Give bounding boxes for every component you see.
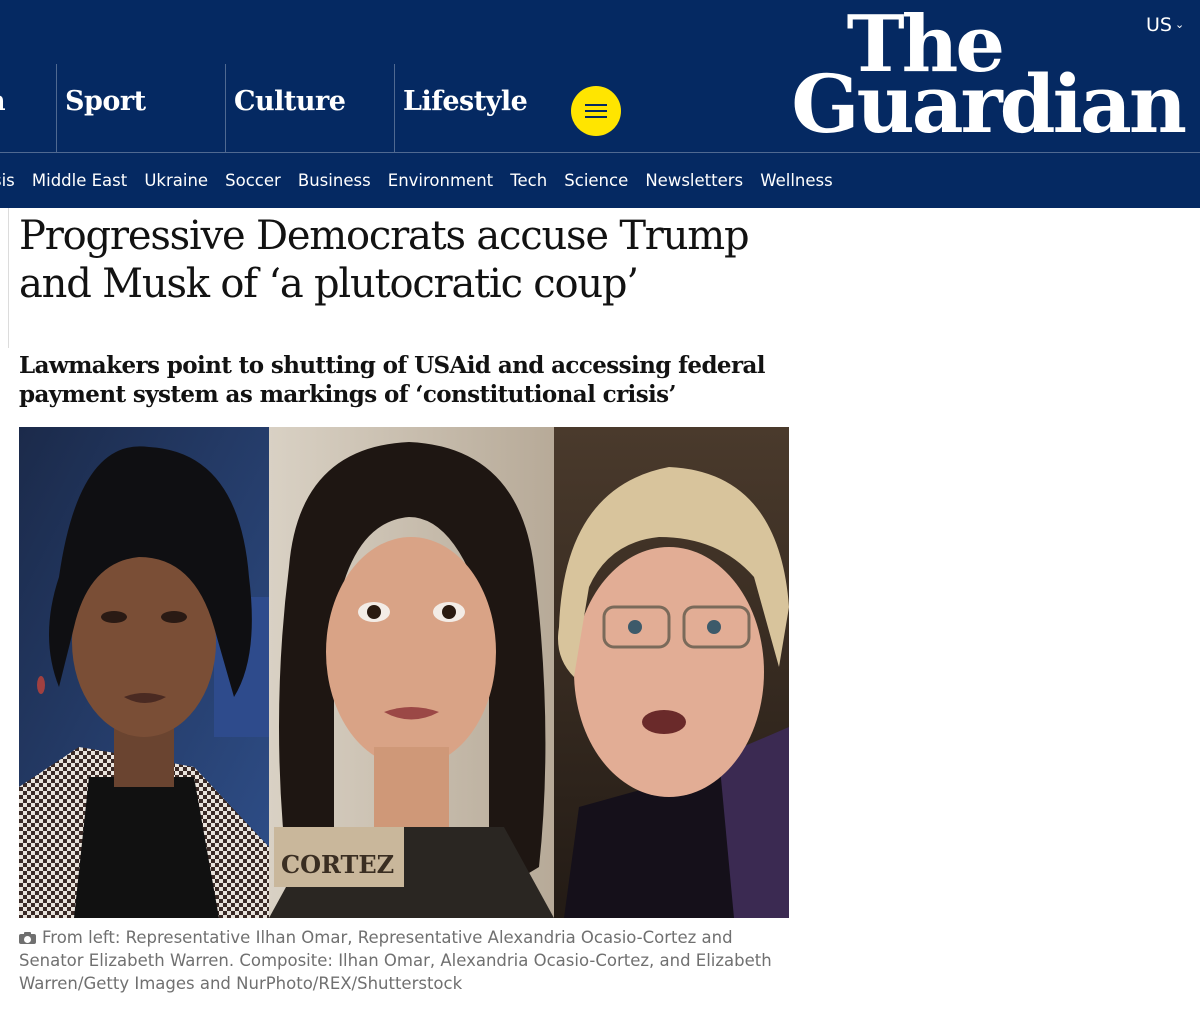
camera-icon [19,932,36,944]
pillar-nav-item-sport[interactable]: Sport [56,64,224,152]
subnav-item-wellness[interactable]: Wellness [760,171,832,190]
pillar-label: Sport [65,86,146,117]
nameplate-text: CORTEZ [281,850,394,879]
subnav-item-soccer[interactable]: Soccer [225,171,281,190]
hamburger-icon-bar [585,110,607,112]
article-standfirst: Lawmakers point to shutting of USAid and… [19,352,766,408]
logo-line-2: Guardian [791,57,1187,151]
subnav-item-middle-east[interactable]: Middle East [32,171,127,190]
portrait-right [554,427,789,918]
subnav-item-crisis[interactable]: sis [0,171,15,190]
pillar-label: Lifestyle [403,86,528,117]
hamburger-icon [585,104,607,106]
pillar-label: n [0,86,6,117]
caption-text: From left: Representative Ilhan Omar, Re… [19,928,772,993]
menu-button[interactable] [571,86,621,136]
pillar-nav-item-news[interactable]: n [0,64,55,152]
subnav: sis Middle East Ukraine Soccer Business … [0,152,1200,208]
article-main-image[interactable]: CORTEZ [19,427,789,918]
subnav-item-newsletters[interactable]: Newsletters [645,171,743,190]
column-divider [8,208,9,348]
masthead: n Sport Culture Lifestyle US⌄ The Guardi… [0,0,1200,152]
image-caption: From left: Representative Ilhan Omar, Re… [19,926,789,995]
subnav-item-environment[interactable]: Environment [388,171,493,190]
subnav-item-ukraine[interactable]: Ukraine [144,171,208,190]
subnav-item-science[interactable]: Science [564,171,628,190]
subnav-item-tech[interactable]: Tech [510,171,547,190]
pillar-nav-item-culture[interactable]: Culture [225,64,393,152]
guardian-logo[interactable]: The Guardian [774,6,1187,151]
pillar-label: Culture [234,86,346,117]
subnav-item-business[interactable]: Business [298,171,371,190]
portrait-middle: CORTEZ [269,427,554,918]
article-headline: Progressive Democrats accuse Trump and M… [19,213,750,307]
hamburger-icon-bar [585,116,607,118]
pillar-nav-item-lifestyle[interactable]: Lifestyle [394,64,562,152]
composite-portrait-photo: CORTEZ [19,427,789,918]
portrait-left [19,427,269,918]
